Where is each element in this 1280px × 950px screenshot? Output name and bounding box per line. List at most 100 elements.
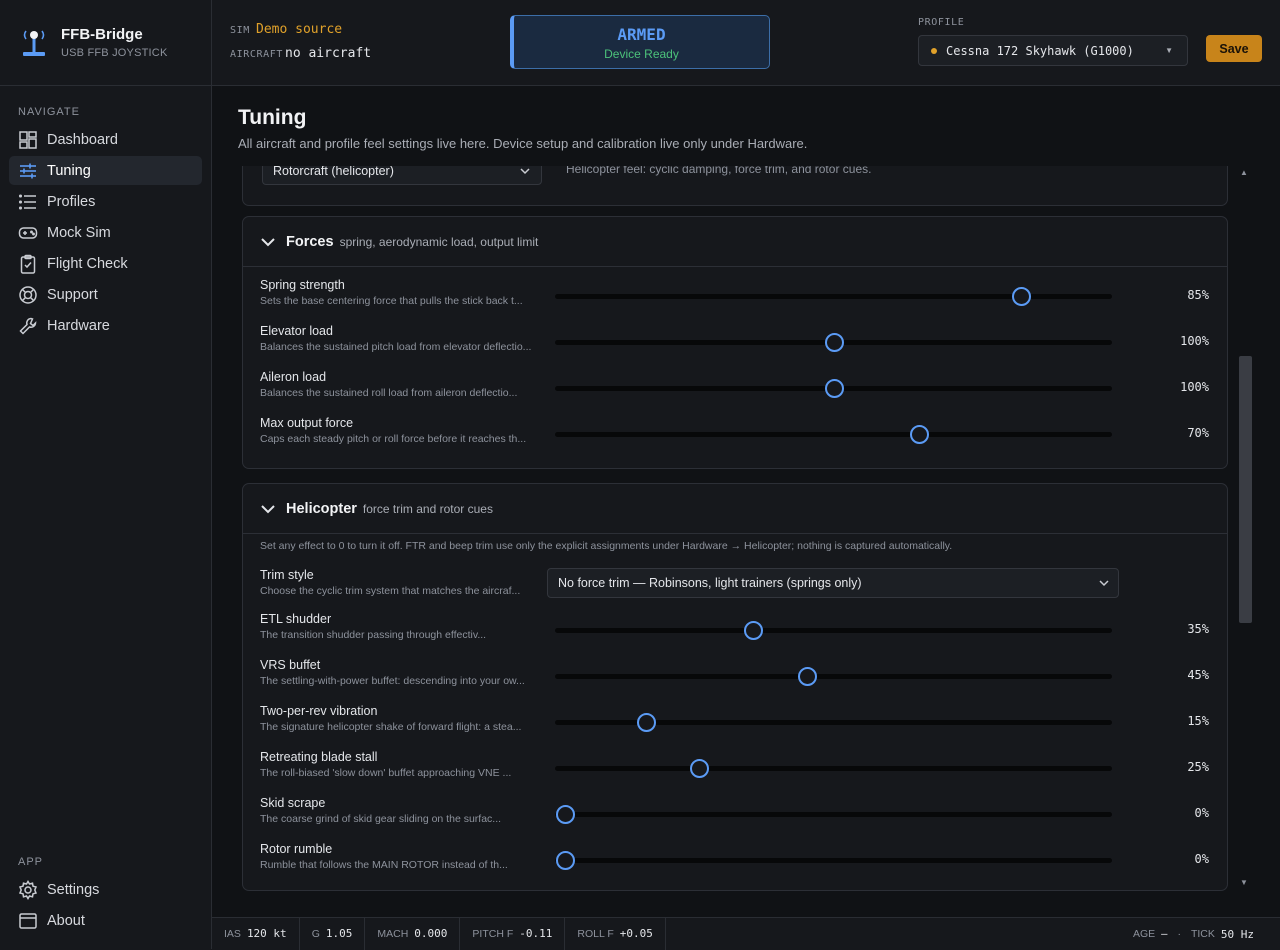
slider-thumb[interactable] [690, 759, 710, 778]
slider-thumb[interactable] [1012, 287, 1032, 306]
forces-card-header[interactable]: Forces spring, aerodynamic load, output … [243, 217, 1227, 267]
caret-down-icon: ▼ [1165, 46, 1173, 55]
slider-thumb[interactable] [743, 621, 763, 640]
slider-track[interactable] [555, 851, 1112, 870]
setting-name: Two-per-rev vibration [260, 704, 378, 718]
setting-desc: The transition shudder passing through e… [260, 629, 487, 641]
slider-thumb[interactable] [824, 379, 844, 398]
sim-value: Demo source [256, 22, 343, 37]
forces-card: Forces spring, aerodynamic load, output … [242, 216, 1228, 469]
trim-style-select[interactable]: No force trim — Robinsons, light trainer… [547, 568, 1119, 598]
nav-item-hardware[interactable]: Hardware [9, 311, 202, 340]
vertical-scrollbar[interactable]: ▲ ▼ [1238, 166, 1252, 892]
nav-label: Dashboard [47, 131, 118, 148]
telemetry-roll: ROLL F +0.05 [565, 917, 666, 950]
slider-track[interactable] [555, 805, 1112, 824]
app-subtitle: USB FFB JOYSTICK [61, 47, 168, 59]
setting-name: Elevator load [260, 324, 333, 338]
aircraft-value: no aircraft [285, 46, 372, 61]
aircraft-type-select[interactable]: Rotorcraft (helicopter) [262, 166, 542, 185]
save-button[interactable]: Save [1206, 35, 1262, 62]
slider-row: Spring strength Sets the base centering f… [243, 274, 1228, 320]
scroll-up-icon[interactable]: ▲ [1240, 168, 1248, 177]
clipboard-icon [20, 254, 36, 274]
setting-name: Skid scrape [260, 796, 326, 810]
setting-desc: Choose the cyclic trim system that match… [260, 585, 521, 597]
slider-row: Max output force Caps each steady pitch o… [243, 412, 1228, 458]
profile-select[interactable]: Cessna 172 Skyhawk (G1000) ▼ [918, 35, 1188, 66]
nav-item-settings[interactable]: Settings [9, 875, 203, 904]
setting-name: ETL shudder [260, 612, 332, 626]
chevron-down-icon [520, 168, 530, 175]
slider-track[interactable] [555, 287, 1112, 306]
aircraft-type-card: Rotorcraft (helicopter) Helicopter feel:… [242, 166, 1228, 206]
aircraft-type-note: Helicopter feel: cyclic damping, force t… [566, 166, 872, 176]
slider-row: Elevator load Balances the sustained pitc… [243, 320, 1228, 366]
aircraft-type-value: Rotorcraft (helicopter) [273, 166, 394, 178]
setting-value: 70% [1187, 426, 1209, 440]
slider-row: Skid scrape The coarse grind of skid gear… [243, 792, 1228, 838]
setting-desc: Balances the sustained pitch load from e… [260, 341, 532, 353]
nav-label: Support [47, 286, 98, 303]
armed-status-title: ARMED [617, 25, 666, 44]
nav-label: Hardware [47, 317, 110, 334]
slider-track[interactable] [555, 759, 1112, 778]
nav-item-mock-sim[interactable]: Mock Sim [9, 218, 202, 247]
slider-track[interactable] [555, 713, 1112, 732]
telemetry-pitch: PITCH F -0.11 [460, 917, 566, 950]
setting-name: Trim style [260, 568, 314, 582]
scroll-down-icon[interactable]: ▼ [1240, 878, 1248, 887]
telemetry-value: 0.000 [414, 927, 448, 940]
nav-item-support[interactable]: Support [9, 280, 202, 309]
slider-track[interactable] [555, 667, 1112, 686]
chevron-down-icon [1099, 580, 1109, 587]
telemetry-label: G [311, 927, 320, 940]
nav-item-dashboard[interactable]: Dashboard [9, 125, 202, 154]
sidebar: FFB-Bridge USB FFB JOYSTICK NAVIGATE Das… [0, 0, 212, 949]
page-title: Tuning [238, 106, 307, 129]
telemetry-mach: MACH 0.000 [365, 917, 461, 950]
telemetry-g: G 1.05 [300, 917, 366, 950]
setting-desc: The settling-with-power buffet: descendi… [260, 675, 525, 687]
slider-thumb[interactable] [636, 713, 656, 732]
slider-track[interactable] [555, 425, 1112, 444]
lifebuoy-icon [19, 285, 37, 304]
helicopter-desc: force trim and rotor cues [362, 501, 493, 516]
telemetry-label: AGE [1132, 928, 1156, 940]
nav-item-tuning[interactable]: Tuning [9, 156, 202, 185]
window-icon [19, 912, 37, 929]
telemetry-label: IAS [224, 927, 241, 940]
scrollbar-thumb[interactable] [1239, 356, 1252, 623]
armed-status-sub: Device Ready [604, 47, 679, 61]
nav-item-flight-check[interactable]: Flight Check [9, 249, 202, 278]
slider-row: Two-per-rev vibration The signature helic… [243, 700, 1228, 746]
nav-item-about[interactable]: About [9, 906, 203, 935]
slider-thumb[interactable] [910, 425, 930, 444]
nav-item-profiles[interactable]: Profiles [9, 187, 202, 216]
slider-track[interactable] [555, 333, 1112, 352]
app-heading: APP [18, 856, 44, 868]
sim-status: SIM Demo source [230, 22, 342, 37]
setting-name: VRS buffet [260, 658, 321, 672]
forces-title: Forces [286, 233, 334, 250]
armed-status-panel: ARMED Device Ready [510, 15, 770, 69]
slider-track[interactable] [555, 621, 1112, 640]
nav-label: Mock Sim [47, 224, 111, 241]
brand: FFB-Bridge USB FFB JOYSTICK [0, 0, 211, 86]
tuning-scroll-area[interactable]: Rotorcraft (helicopter) Helicopter feel:… [242, 166, 1228, 892]
telemetry-value: +0.05 [619, 927, 653, 940]
slider-thumb[interactable] [556, 805, 575, 824]
list-icon [18, 193, 36, 210]
slider-thumb[interactable] [824, 333, 844, 352]
nav-label: Settings [47, 881, 100, 898]
helicopter-card-header[interactable]: Helicopter force trim and rotor cues [243, 484, 1227, 534]
setting-desc: Sets the base centering force that pulls… [260, 295, 523, 307]
sliders-icon [20, 163, 36, 178]
setting-desc: The roll-biased 'slow down' buffet appro… [260, 767, 512, 779]
slider-thumb[interactable] [797, 667, 817, 686]
telemetry-value: 50 Hz [1220, 927, 1254, 941]
slider-row: ETL shudder The transition shudder passin… [243, 608, 1228, 654]
slider-thumb[interactable] [556, 851, 575, 870]
slider-track[interactable] [555, 379, 1112, 398]
telemetry-right: AGE — · TICK 50 Hz [1133, 918, 1254, 950]
